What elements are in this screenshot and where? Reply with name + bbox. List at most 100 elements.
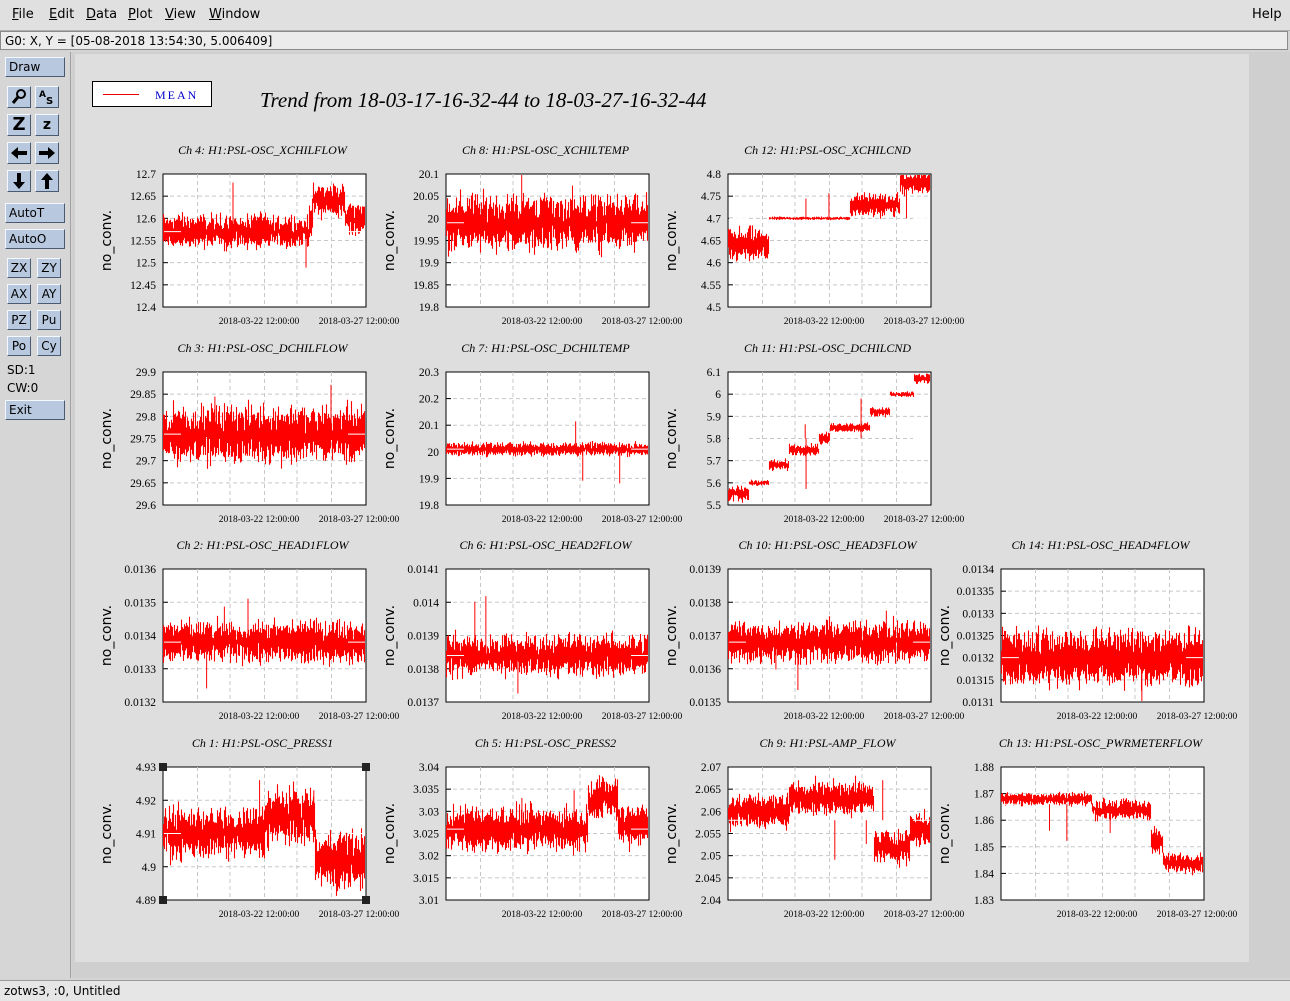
x-tick-label: 2018-03-22 12:00:00 [219,910,300,920]
y-tick-label: 12.65 [130,191,156,203]
chart-title: Ch 12: H1:PSL-OSC_XCHILCND [744,143,911,157]
y-axis-label: no_conv. [937,803,953,864]
y-tick-label: 2.065 [695,784,721,796]
chart-title: Ch 13: H1:PSL-OSC_PWRMETERFLOW [999,736,1203,750]
y-tick-label: 0.0134 [124,631,156,643]
y-axis-label: no_conv. [99,803,115,864]
x-tick-label: 2018-03-22 12:00:00 [219,515,300,525]
y-tick-label: 0.0135 [689,697,721,709]
y-tick-label: 0.0138 [407,664,439,676]
y-tick-label: 1.84 [974,868,994,880]
y-tick-label: 4.75 [701,191,721,203]
y-tick-label: 0.0132 [124,697,156,709]
y-tick-label: 2.07 [701,762,721,774]
x-tick-label: 2018-03-27 12:00:00 [319,910,400,920]
chart-13: 2.07 2.065 2.06 2.055 2.05 2.045 2.04 2018-03-2… [664,736,964,920]
chart-title: Ch 10: H1:PSL-OSC_HEAD3FLOW [739,538,918,552]
y-tick-label: 12.4 [136,302,156,314]
chart-12: 3.04 3.035 3.03 3.025 3.02 3.015 3.01 2018-03-2… [382,736,682,920]
chart-title: Ch 2: H1:PSL-OSC_HEAD1FLOW [177,538,350,552]
x-tick-label: 2018-03-27 12:00:00 [319,515,400,525]
y-tick-label: 29.6 [136,500,156,512]
y-tick-label: 19.9 [419,473,439,485]
x-tick-label: 2018-03-22 12:00:00 [219,712,300,722]
y-tick-label: 0.0133 [124,664,156,676]
y-tick-label: 0.0132 [962,653,994,665]
x-tick-label: 2018-03-27 12:00:00 [319,712,400,722]
y-axis-label: no_conv. [99,210,115,271]
y-tick-label: 19.95 [413,236,439,248]
trend-plots: 12.7 12.65 12.6 12.55 12.5 12.45 12.4 2018-03-2… [99,143,1238,920]
x-tick-label: 2018-03-27 12:00:00 [319,317,400,327]
y-tick-label: 29.8 [136,411,156,423]
chart-8: 0.0141 0.014 0.0139 0.0138 0.0137 2018-03-22 … [382,538,682,722]
chart-5: 20.3 20.2 20.1 20 19.9 19.8 2018-03-22 12:00:0… [382,341,682,525]
y-tick-label: 20.1 [419,420,439,432]
y-tick-label: 4.89 [136,895,156,907]
y-tick-label: 5.9 [707,411,722,423]
y-tick-label: 4.92 [136,795,156,807]
chart-1: 12.7 12.65 12.6 12.55 12.5 12.45 12.4 2018-03-2… [99,143,399,327]
y-tick-label: 29.7 [136,456,156,468]
y-axis-label: no_conv. [382,210,398,271]
x-tick-label: 2018-03-22 12:00:00 [219,317,300,327]
y-tick-label: 4.65 [701,236,721,248]
y-tick-label: 20 [428,213,440,225]
y-tick-label: 19.85 [413,280,439,292]
y-tick-label: 5.7 [707,456,722,468]
chart-2: 20.1 20.05 20 19.95 19.9 19.85 19.8 2018-03-22 … [382,143,682,327]
x-tick-label: 2018-03-27 12:00:00 [1157,910,1238,920]
chart-title: Ch 4: H1:PSL-OSC_XCHILFLOW [178,143,348,157]
y-tick-label: 20.1 [419,169,439,181]
y-tick-label: 4.5 [707,302,722,314]
y-tick-label: 12.55 [130,236,156,248]
y-tick-label: 1.88 [974,762,994,774]
x-tick-label: 2018-03-27 12:00:00 [884,317,965,327]
x-tick-label: 2018-03-27 12:00:00 [602,712,683,722]
chart-3: 4.8 4.75 4.7 4.65 4.6 4.55 4.5 2018-03-22 12:00… [664,143,964,327]
x-tick-label: 2018-03-22 12:00:00 [502,515,583,525]
chart-title: Ch 11: H1:PSL-OSC_DCHILCND [744,341,911,355]
y-tick-label: 19.8 [419,500,439,512]
x-tick-label: 2018-03-22 12:00:00 [784,515,865,525]
x-tick-label: 2018-03-22 12:00:00 [502,910,583,920]
y-tick-label: 20 [428,447,440,459]
y-tick-label: 0.0131 [962,697,994,709]
y-tick-label: 0.0136 [124,564,156,576]
chart-title: Ch 1: H1:PSL-OSC_PRESS1 [192,736,333,750]
chart-7: 0.0136 0.0135 0.0134 0.0133 0.0132 2018-03-22… [99,538,399,722]
x-tick-label: 2018-03-22 12:00:00 [784,910,865,920]
chart-title: Ch 14: H1:PSL-OSC_HEAD4FLOW [1012,538,1191,552]
y-axis-label: no_conv. [664,210,680,271]
x-tick-label: 2018-03-27 12:00:00 [1157,712,1238,722]
y-tick-label: 20.2 [419,394,439,406]
y-tick-label: 5.5 [707,500,722,512]
y-tick-label: 12.45 [130,280,156,292]
y-tick-label: 1.86 [974,815,994,827]
y-tick-label: 3.01 [419,895,439,907]
chart-title: Ch 9: H1:PSL-AMP_FLOW [760,736,897,750]
y-tick-label: 29.9 [136,367,156,379]
y-tick-label: 0.0135 [124,597,156,609]
y-tick-label: 3.015 [413,873,439,885]
y-tick-label: 12.7 [136,169,156,181]
x-tick-label: 2018-03-22 12:00:00 [502,712,583,722]
y-tick-label: 19.9 [419,258,439,270]
y-tick-label: 20.05 [413,191,439,203]
y-tick-label: 4.8 [707,169,722,181]
y-tick-label: 19.8 [419,302,439,314]
y-tick-label: 3.03 [419,806,439,818]
y-tick-label: 4.9 [142,862,157,874]
y-tick-label: 4.91 [136,829,156,841]
y-tick-label: 3.035 [413,784,439,796]
selection-handle [362,763,370,771]
y-tick-label: 0.0139 [689,564,721,576]
y-axis-label: no_conv. [664,408,680,469]
chart-title: Ch 3: H1:PSL-OSC_DCHILFLOW [177,341,348,355]
x-tick-label: 2018-03-22 12:00:00 [784,712,865,722]
selection-handle [362,896,370,904]
y-tick-label: 0.0139 [407,631,439,643]
y-tick-label: 20.3 [419,367,439,379]
y-axis-label: no_conv. [937,605,953,666]
chart-title: Ch 6: H1:PSL-OSC_HEAD2FLOW [460,538,633,552]
